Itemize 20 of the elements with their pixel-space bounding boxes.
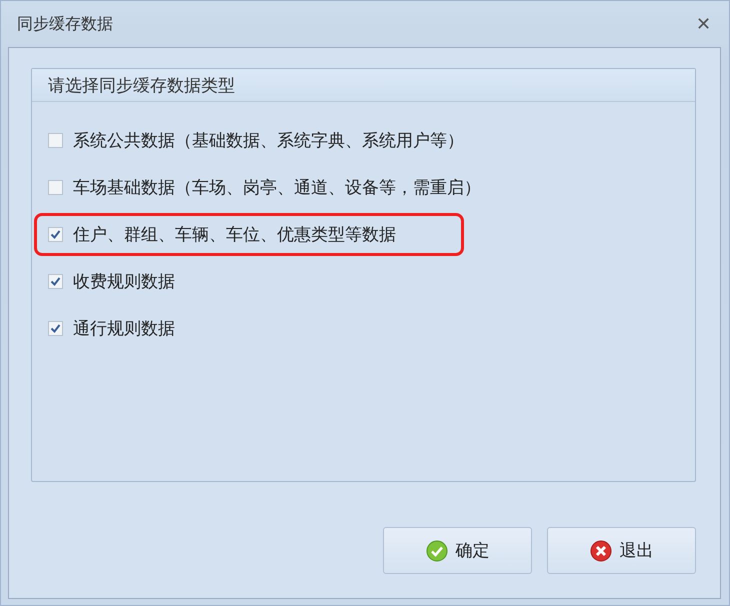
group-title: 请选择同步缓存数据类型	[48, 74, 235, 96]
checkbox-option[interactable]: 通行规则数据	[48, 317, 175, 340]
checkbox-option[interactable]: 收费规则数据	[48, 270, 175, 293]
check-icon	[426, 540, 448, 562]
checkbox[interactable]	[48, 227, 63, 242]
checkmark-icon	[50, 323, 61, 334]
window-title: 同步缓存数据	[17, 14, 113, 34]
close-button[interactable]: ✕	[692, 13, 715, 35]
confirm-button[interactable]: 确定	[383, 527, 532, 574]
checkbox[interactable]	[48, 274, 63, 289]
close-icon	[590, 540, 612, 562]
checkmark-icon	[50, 276, 61, 287]
checkbox[interactable]	[48, 321, 63, 336]
checkbox-option[interactable]: 车场基础数据（车场、岗亭、通道、设备等，需重启）	[48, 176, 481, 199]
checkbox[interactable]	[48, 180, 63, 195]
exit-button[interactable]: 退出	[547, 527, 696, 574]
checkbox-option[interactable]: 系统公共数据（基础数据、系统字典、系统用户等）	[48, 129, 464, 152]
checkmark-icon	[50, 229, 61, 240]
checkbox-option[interactable]: 住户、群组、车辆、车位、优惠类型等数据	[48, 223, 396, 246]
checkbox[interactable]	[48, 133, 63, 148]
